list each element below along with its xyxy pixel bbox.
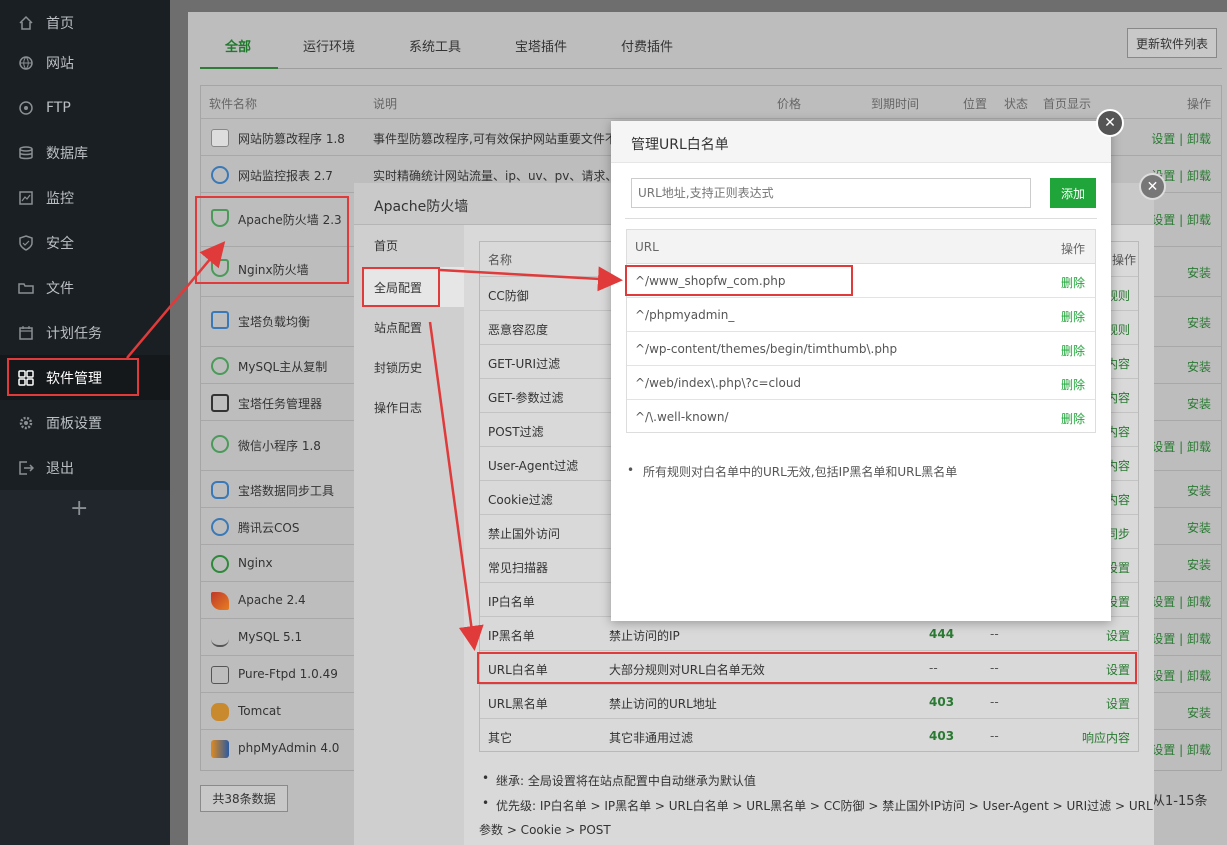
arrow-global-to-entry [439, 266, 623, 292]
annotation-arrows [126, 241, 623, 651]
arrow-software-to-firewall [126, 241, 226, 359]
arrow-global-to-url-whitelist [428, 321, 484, 651]
